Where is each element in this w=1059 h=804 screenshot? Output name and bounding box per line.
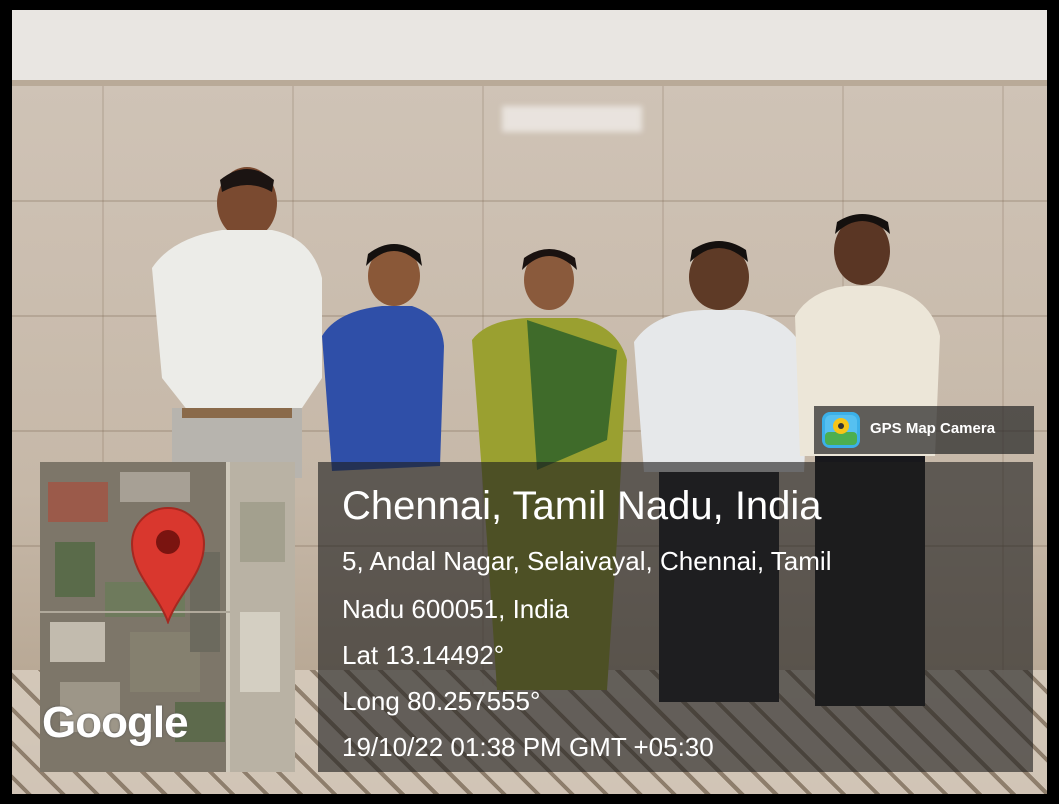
- location-title: Chennai, Tamil Nadu, India: [342, 484, 822, 528]
- address-line-2: Nadu 600051, India: [342, 594, 569, 624]
- datetime: 19/10/22 01:38 PM GMT +05:30: [342, 732, 714, 762]
- person-2: [322, 244, 444, 471]
- group-photo: GPS Map Camera Google Chennai, Tamil Nad…: [12, 10, 1047, 794]
- latitude: Lat 13.14492°: [342, 640, 505, 670]
- map-pin-icon: [130, 507, 206, 624]
- gps-badge: GPS Map Camera: [814, 406, 1034, 454]
- person-1: [152, 167, 322, 478]
- longitude: Long 80.257555°: [342, 686, 541, 716]
- address-line-1: 5, Andal Nagar, Selaivayal, Chennai, Tam…: [342, 546, 832, 576]
- ceiling-edge: [12, 80, 1047, 86]
- badge-label: GPS Map Camera: [870, 420, 996, 437]
- ceiling-light: [502, 106, 642, 132]
- map-thumbnail: Google: [40, 462, 295, 772]
- google-logo: Google: [42, 698, 189, 747]
- photo-frame: GPS Map Camera Google Chennai, Tamil Nad…: [0, 0, 1059, 804]
- location-info-panel: Chennai, Tamil Nadu, India 5, Andal Naga…: [318, 462, 1033, 772]
- gps-map-camera-icon: [822, 412, 860, 448]
